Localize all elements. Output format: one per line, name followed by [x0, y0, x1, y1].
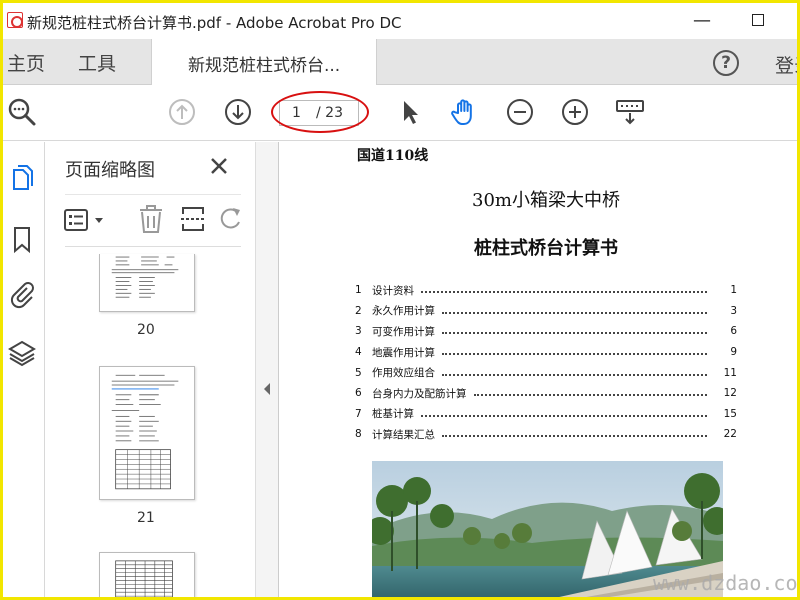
document-title: 桩柱式桥台计算书	[474, 238, 618, 259]
toc-leader	[442, 332, 707, 335]
toc-leader	[442, 353, 707, 356]
tab-home[interactable]: 主页	[7, 49, 45, 76]
document-tab-label: 新规范桩柱式桥台...	[188, 56, 341, 76]
collapse-panel-icon[interactable]	[262, 382, 272, 396]
toc-page: 12	[723, 387, 737, 400]
toc-number: 8	[355, 428, 362, 441]
app-window: 新规范桩柱式桥台计算书.pdf - Adobe Acrobat Pro DC —…	[0, 0, 800, 600]
toc-label: 台身内力及配筋计算	[372, 387, 467, 400]
tab-document[interactable]: 新规范桩柱式桥台...	[151, 39, 377, 85]
toc-leader	[473, 394, 707, 397]
toc-label: 作用效应组合	[372, 367, 435, 380]
document-road-label: 国道110线	[357, 148, 429, 164]
toc-row[interactable]: 5 作用效应组合 11	[355, 362, 737, 383]
maximize-button[interactable]	[743, 9, 773, 33]
panel-title: 页面缩略图	[65, 160, 155, 181]
search-icon[interactable]	[7, 97, 37, 127]
toc-number: 6	[355, 387, 362, 400]
toc-number: 4	[355, 346, 362, 359]
minimize-button[interactable]: —	[687, 9, 717, 33]
toc-leader	[421, 414, 707, 417]
toc-row[interactable]: 6 台身内力及配筋计算 12	[355, 383, 737, 404]
document-view[interactable]: 国道110线 30m小箱梁大中桥 桩柱式桥台计算书 1 设计资料 1 2 永久作用计算…	[279, 142, 797, 597]
toc-label: 设计资料	[372, 284, 414, 297]
delete-icon[interactable]	[137, 204, 165, 234]
keyboard-tools-icon[interactable]	[615, 97, 645, 127]
annotation-highlight-ellipse	[271, 91, 369, 133]
toc-page: 6	[730, 325, 737, 338]
toc-label: 可变作用计算	[372, 325, 435, 338]
watermark-text: www.dzdao.com	[653, 571, 800, 595]
toc-number: 7	[355, 407, 362, 420]
prev-page-button[interactable]	[167, 97, 197, 127]
close-icon[interactable]	[207, 154, 231, 178]
left-navigation-pane	[3, 142, 45, 597]
toc-row[interactable]: 4 地震作用计算 9	[355, 342, 737, 363]
thumbnail-page-label: 20	[137, 322, 155, 338]
rotate-icon[interactable]	[219, 204, 243, 234]
toc-label: 永久作用计算	[372, 305, 435, 318]
hand-tool-icon[interactable]	[450, 97, 480, 127]
toc-page: 11	[723, 366, 737, 379]
toc-leader	[421, 291, 707, 294]
maximize-icon	[752, 14, 764, 26]
toc-row[interactable]: 3 可变作用计算 6	[355, 321, 737, 342]
toc-leader	[442, 435, 707, 438]
layers-icon[interactable]	[7, 338, 37, 368]
toc-number: 5	[355, 366, 362, 379]
signin-link[interactable]: 登录	[775, 51, 797, 78]
window-title: 新规范桩柱式桥台计算书.pdf - Adobe Acrobat Pro DC	[27, 14, 402, 32]
toc-number: 2	[355, 304, 362, 317]
tab-tools[interactable]: 工具	[78, 49, 116, 76]
page-thumbnails-icon[interactable]	[7, 164, 37, 194]
toc-page: 3	[730, 304, 737, 317]
acrobat-icon	[7, 12, 23, 28]
page-thumbnails-panel: 页面缩略图 20 21	[45, 142, 289, 600]
bookmark-icon[interactable]	[7, 224, 37, 254]
toc-number: 3	[355, 325, 362, 338]
toc-label: 桩基计算	[372, 408, 414, 421]
divider	[65, 194, 241, 195]
toc-label: 地震作用计算	[372, 346, 435, 359]
toc-leader	[442, 311, 707, 314]
attachment-icon[interactable]	[7, 280, 37, 310]
toc-page: 22	[723, 428, 737, 441]
toc-row[interactable]: 7 桩基计算 15	[355, 404, 737, 425]
select-arrow-icon[interactable]	[395, 97, 425, 127]
tab-bar: 主页 工具 新规范桩柱式桥台... ? 登录	[3, 39, 797, 85]
zoom-in-button[interactable]	[560, 97, 590, 127]
title-bar: 新规范桩柱式桥台计算书.pdf - Adobe Acrobat Pro DC —	[3, 3, 797, 39]
zoom-out-button[interactable]	[505, 97, 535, 127]
toc-leader	[442, 373, 707, 376]
document-subtitle: 30m小箱梁大中桥	[472, 190, 620, 211]
toc-row[interactable]: 8 计算结果汇总 22	[355, 424, 737, 445]
toc-page: 1	[730, 284, 737, 297]
panel-splitter[interactable]	[255, 142, 279, 597]
toc-row[interactable]: 1 设计资料 1	[355, 280, 737, 301]
help-icon[interactable]: ?	[713, 50, 739, 76]
table-of-contents: 1 设计资料 1 2 永久作用计算 3 3 可变作用计算 6 4 地震作用计算 9 5 作用效应组…	[355, 280, 737, 445]
extract-pages-icon[interactable]	[179, 204, 207, 234]
toc-row[interactable]: 2 永久作用计算 3	[355, 301, 737, 322]
divider	[65, 246, 241, 247]
next-page-button[interactable]	[223, 97, 253, 127]
toolbar: 1 / 23	[3, 85, 797, 141]
page-thumbnail-21[interactable]	[99, 366, 195, 500]
page-thumbnail-22[interactable]	[99, 552, 195, 600]
thumbnail-page-label: 21	[137, 510, 155, 526]
toc-label: 计算结果汇总	[372, 428, 435, 441]
page-thumbnail-20[interactable]	[99, 254, 195, 312]
toc-number: 1	[355, 284, 362, 297]
toc-page: 9	[730, 346, 737, 359]
thumbnail-options-icon[interactable]	[63, 208, 111, 232]
toc-page: 15	[723, 407, 737, 420]
